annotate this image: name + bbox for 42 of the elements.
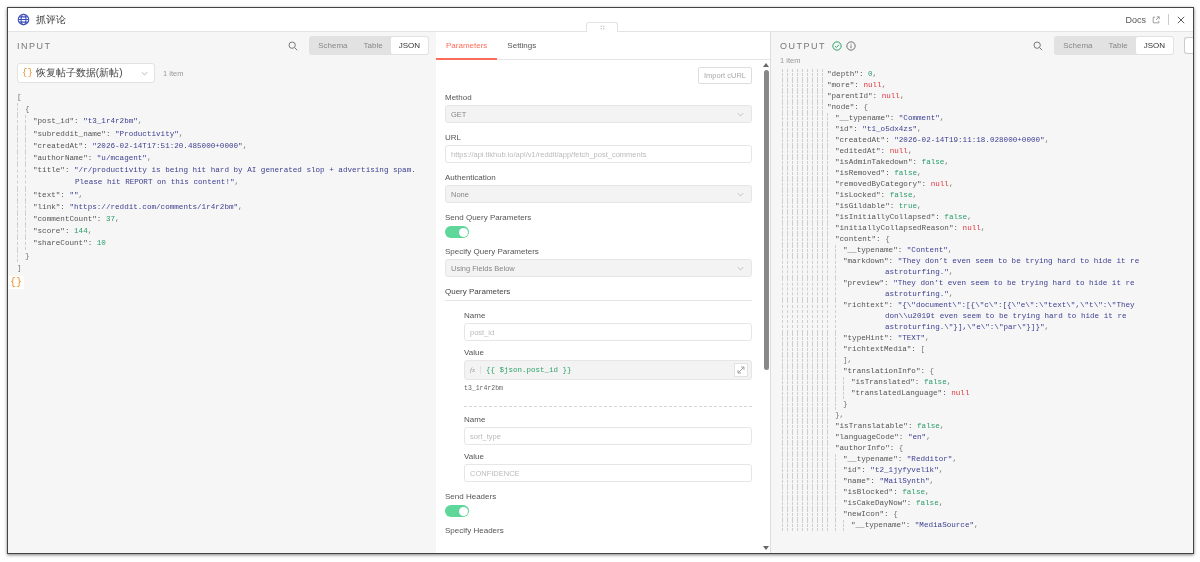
search-icon[interactable]	[1033, 40, 1044, 51]
view-tab[interactable]: Schema	[310, 37, 356, 54]
field-label: Send Query Parameters	[445, 213, 533, 222]
view-tab[interactable]: Table	[1100, 37, 1136, 54]
chevron-down-icon	[737, 111, 744, 117]
view-tab[interactable]: JSON	[1135, 37, 1173, 54]
docs-link[interactable]: Docs	[1125, 14, 1146, 25]
external-link-icon	[1152, 15, 1160, 24]
field-label: URL	[445, 133, 462, 142]
globe-icon	[17, 13, 30, 26]
node-select[interactable]: {} 恢复帖子数据(新帖)	[17, 63, 155, 83]
toggle-switch[interactable]	[445, 226, 469, 238]
success-check-icon	[832, 40, 842, 51]
info-icon[interactable]	[846, 40, 856, 51]
view-tab[interactable]: Table	[355, 37, 391, 54]
panel-tab[interactable]: Parameters	[436, 41, 498, 60]
chevron-down-icon	[737, 265, 744, 271]
field-label: Authentication	[445, 173, 497, 182]
section-heading: Query Parameters	[445, 287, 512, 296]
drag-handle[interactable]	[586, 22, 618, 32]
field-label: Value	[464, 452, 485, 461]
field-label: Specify Headers	[445, 526, 505, 535]
panel-heading: OUTPUT	[780, 40, 826, 51]
braces-icon[interactable]: {}	[8, 276, 24, 289]
panel-tab[interactable]: Settings	[497, 41, 547, 60]
view-tab[interactable]: JSON	[390, 37, 428, 54]
chevron-down-icon	[737, 191, 744, 197]
field-label: Specify Query Parameters	[445, 247, 540, 256]
panel-heading: INPUT	[17, 40, 52, 51]
field-label: Method	[445, 93, 473, 102]
close-icon[interactable]	[1177, 15, 1185, 24]
scroll-down-icon[interactable]	[763, 546, 769, 550]
view-tab[interactable]: Schema	[1055, 37, 1101, 54]
toggle-switch[interactable]	[445, 505, 469, 517]
chevron-down-icon	[141, 70, 148, 76]
field-label: Send Headers	[445, 492, 498, 501]
field-label: Value	[464, 348, 485, 357]
search-icon[interactable]	[288, 40, 299, 51]
field-label: Name	[464, 415, 487, 424]
field-label: Name	[464, 311, 487, 320]
scroll-up-icon[interactable]	[763, 63, 769, 67]
window-title: 抓评论	[36, 12, 66, 27]
